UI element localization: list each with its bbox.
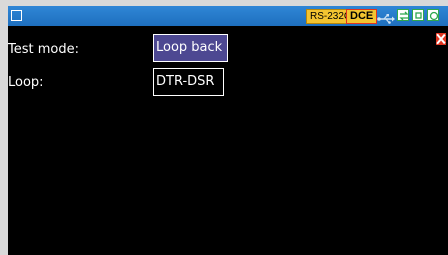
app-menu-icon[interactable] (11, 10, 22, 21)
screen-icon (412, 9, 424, 21)
test-mode-label: Test mode: (8, 42, 79, 57)
loop-label: Loop: (8, 75, 44, 90)
title-bar: RS-232C DCE (8, 6, 448, 26)
clock-icon (427, 9, 439, 21)
test-mode-field[interactable]: Loop back (153, 34, 228, 62)
usb-icon (377, 10, 395, 24)
loop-field[interactable]: DTR-DSR (153, 68, 224, 96)
connect-icon (397, 9, 409, 21)
mode-badge: DCE (346, 9, 378, 24)
close-button[interactable] (436, 33, 446, 45)
instrument-screen: RS-232C DCE Test mode: Loop back Loop: D… (8, 6, 448, 255)
